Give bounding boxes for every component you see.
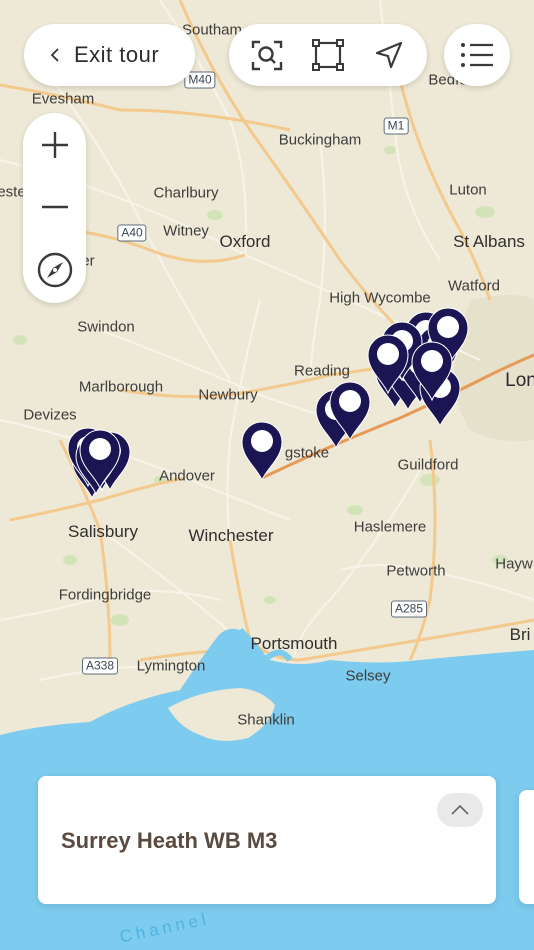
exit-tour-button[interactable]: Exit tour bbox=[24, 24, 195, 86]
zoom-in-button[interactable] bbox=[23, 115, 86, 175]
zoom-out-button[interactable] bbox=[23, 177, 86, 237]
chevron-up-icon bbox=[451, 804, 469, 815]
search-area-icon bbox=[252, 40, 283, 71]
list-view-button[interactable] bbox=[444, 24, 510, 86]
site-card-title: Surrey Heath WB M3 bbox=[61, 828, 278, 853]
road-shield: A285 bbox=[390, 600, 428, 618]
map-pin-icon[interactable] bbox=[408, 338, 456, 402]
compass-button[interactable] bbox=[23, 240, 86, 300]
road-shield: A338 bbox=[81, 657, 119, 675]
select-area-icon bbox=[311, 39, 344, 71]
minus-icon bbox=[41, 205, 68, 209]
road-shield: A40 bbox=[117, 224, 147, 242]
zoom-controls bbox=[23, 113, 86, 303]
map-pin-icon[interactable] bbox=[238, 418, 286, 482]
search-area-button[interactable] bbox=[247, 35, 287, 75]
locate-button[interactable] bbox=[369, 35, 409, 75]
road-shield: M40 bbox=[184, 71, 216, 89]
exit-tour-label: Exit tour bbox=[74, 42, 160, 67]
map-pin-icon[interactable] bbox=[76, 426, 124, 490]
expand-card-button[interactable] bbox=[437, 793, 483, 827]
navigation-arrow-icon bbox=[375, 41, 402, 69]
compass-icon bbox=[37, 252, 72, 288]
select-area-button[interactable] bbox=[308, 35, 348, 75]
chevron-left-icon bbox=[50, 48, 59, 62]
next-site-card[interactable] bbox=[519, 790, 534, 904]
road-shield: M1 bbox=[383, 117, 409, 135]
plus-icon bbox=[41, 132, 68, 158]
site-card[interactable]: Surrey Heath WB M3 bbox=[38, 776, 496, 904]
map-view[interactable]: Southam Evesham Bedfo Buckingham Charlbu… bbox=[0, 0, 534, 950]
map-tools-bar bbox=[229, 24, 427, 86]
map-pin-icon[interactable] bbox=[364, 331, 412, 395]
list-icon bbox=[461, 43, 493, 67]
